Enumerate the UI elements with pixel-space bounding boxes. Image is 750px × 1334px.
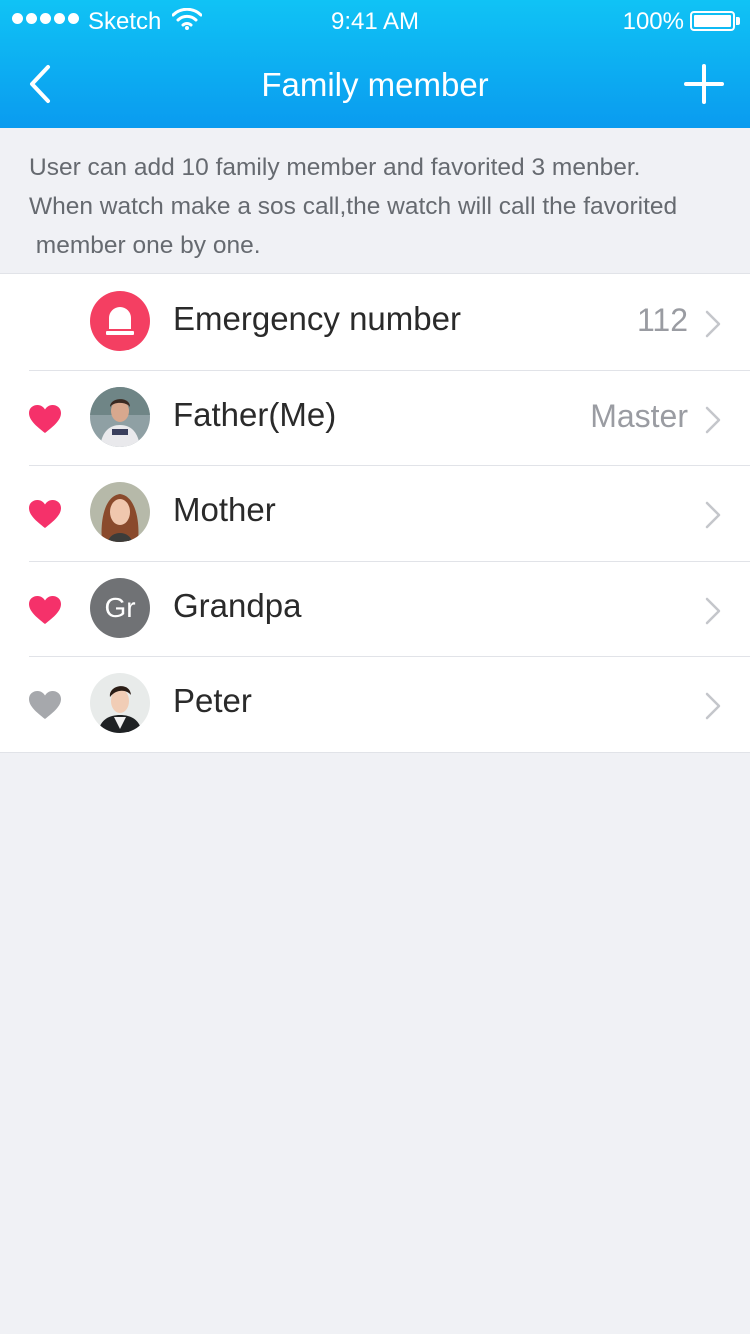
heart-icon[interactable] (28, 499, 62, 529)
notice-line: User can add 10 family member and favori… (29, 154, 641, 181)
list-item-peter[interactable]: Peter (0, 656, 750, 752)
member-name: Grandpa (173, 586, 302, 624)
list-item-father[interactable]: Father(Me) Master (0, 369, 750, 466)
heart-icon[interactable] (28, 690, 62, 720)
chevron-right-icon (705, 692, 721, 720)
app-header: Sketch 9:41 AM 100% Family member (0, 0, 750, 128)
member-name: Father(Me) (173, 395, 337, 433)
list-item-mother[interactable]: Mother (0, 465, 750, 561)
chevron-right-icon (705, 406, 721, 433)
member-value: 112 (636, 302, 688, 338)
chevron-right-icon (705, 501, 721, 529)
member-name: Emergency number (173, 300, 461, 337)
heart-icon[interactable] (28, 595, 62, 625)
member-name: Mother (173, 491, 276, 528)
list-item-emergency-number[interactable]: Emergency number 112 (0, 274, 750, 370)
avatar (90, 482, 150, 542)
notice-line: member one by one. (29, 232, 261, 259)
battery-icon (690, 11, 740, 31)
chevron-right-icon (705, 597, 721, 624)
info-notice: User can add 10 family member and favori… (29, 148, 739, 265)
avatar (90, 673, 150, 733)
list-item-grandpa[interactable]: Gr Grandpa (0, 560, 750, 657)
avatar (90, 386, 150, 447)
alarm-icon (90, 291, 150, 351)
family-member-list: Emergency number 112 Father(Me) Master M… (0, 273, 750, 753)
member-role: Master (590, 397, 688, 434)
heart-icon[interactable] (28, 404, 62, 434)
member-name: Peter (173, 682, 252, 719)
chevron-right-icon (705, 310, 721, 338)
battery-percentage: 100% (622, 8, 684, 35)
status-bar: Sketch 9:41 AM 100% (0, 0, 750, 40)
notice-line: When watch make a sos call,the watch wil… (29, 193, 678, 220)
page-title: Family member (261, 66, 489, 103)
plus-icon (684, 64, 724, 104)
avatar-initials: Gr (90, 577, 150, 638)
add-member-button[interactable] (684, 64, 724, 104)
